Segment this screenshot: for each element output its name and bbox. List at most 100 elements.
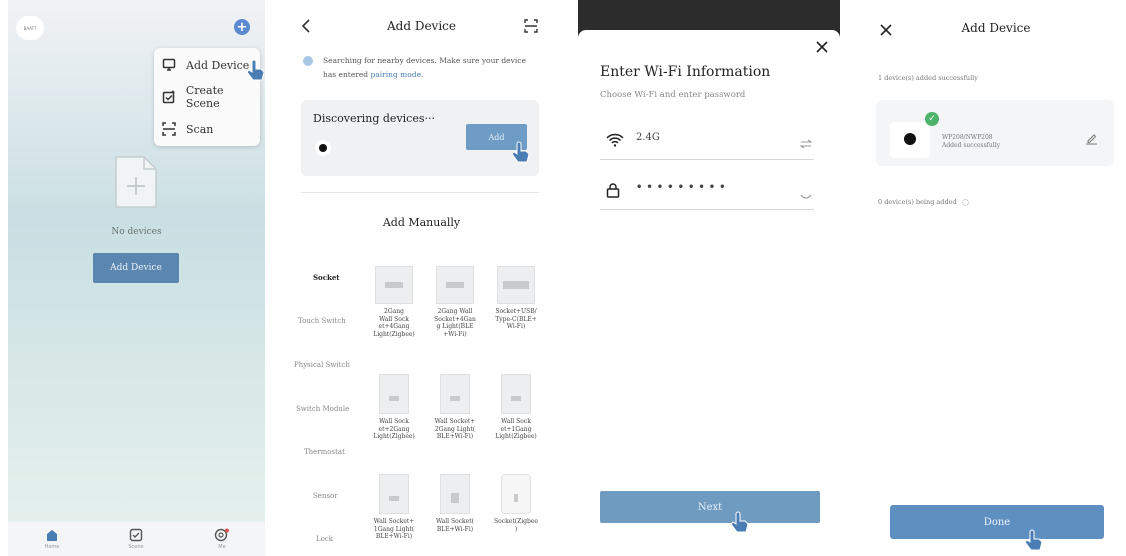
show-password-icon[interactable]	[800, 186, 812, 205]
product-card[interactable]: 2Gang Wall Sock et+4Gang Light(Zigbee)	[368, 266, 420, 338]
product-image	[501, 374, 531, 414]
product-image	[436, 266, 474, 304]
product-name: Wall Socket+ 2Gang Light( BLE+Wi-Fi)	[434, 418, 476, 440]
edit-pencil-icon[interactable]	[1084, 130, 1098, 149]
done-button[interactable]: Done	[890, 505, 1104, 539]
being-added-row: 0 device(s) being added	[878, 198, 969, 206]
wifi-title: Enter Wi-Fi Information	[600, 64, 771, 80]
product-card[interactable]: Socket+USB/ Type-C(BLE+ Wi-Fi)	[490, 266, 542, 331]
home-icon	[22, 528, 82, 542]
product-card[interactable]: Wall Socket( BLE+Wi-Fi)	[429, 474, 481, 533]
add-result-screen: Add Device 1 device(s) added successfull…	[866, 0, 1126, 556]
empty-state-text: No devices	[111, 227, 162, 237]
product-card[interactable]: 2Gang Wall Socket+4Gan g Light(BLE +Wi-F…	[429, 266, 481, 338]
add-manually-title: Add Manually	[382, 216, 461, 229]
scan-icon[interactable]	[524, 18, 538, 37]
product-image	[379, 474, 409, 514]
tab-scene[interactable]: Scene	[106, 528, 166, 550]
product-name: Wall Socket+ 1Gang Light( BLE+Wi-Fi)	[373, 518, 415, 540]
product-image	[501, 474, 531, 514]
loading-spinner-icon	[303, 56, 313, 66]
tap-hand-icon	[246, 59, 265, 81]
discovered-device-icon	[315, 140, 331, 156]
search-message: Searching for nearby devices. Make sure …	[323, 54, 548, 82]
tap-hand-icon	[730, 511, 749, 533]
device-info: WP208/NWP208 Added successfully	[942, 134, 1000, 150]
tab-label: Me	[218, 544, 226, 550]
category-lock[interactable]: Lock	[316, 535, 333, 543]
category-physical-switch[interactable]: Physical Switch	[294, 361, 350, 369]
search-text: Searching for nearby devices. Make sure …	[323, 56, 526, 65]
divider	[301, 192, 539, 193]
being-added-text: 0 device(s) being added	[878, 198, 957, 206]
wifi-sheet: Enter Wi-Fi Information Choose Wi-Fi and…	[578, 30, 840, 556]
add-device-button[interactable]: Add Device	[93, 253, 179, 283]
home-screen: BAATT + Add Device Create Scene Scan No …	[8, 0, 265, 556]
product-card[interactable]: Wall Sock et+2Gang Light(Zigbee)	[368, 374, 420, 441]
product-card[interactable]: Wall Socket+ 2Gang Light( BLE+Wi-Fi)	[429, 374, 481, 441]
brand-logo-text: BAATT	[23, 25, 37, 31]
menu-item-scan[interactable]: Scan	[162, 118, 213, 140]
close-icon[interactable]	[816, 38, 828, 57]
category-switch-module[interactable]: Switch Module	[296, 405, 349, 413]
tab-label: Home	[44, 544, 60, 550]
pairing-mode-link[interactable]: pairing mode	[370, 70, 421, 79]
wifi-name-field[interactable]: 2.4G	[600, 120, 814, 160]
menu-item-label: Scan	[186, 122, 214, 136]
product-image	[497, 266, 535, 304]
tab-home[interactable]: Home	[22, 528, 82, 550]
product-name: Socket(Zigbee )	[494, 518, 538, 533]
device-thumbnail	[890, 122, 930, 158]
switch-network-icon[interactable]	[799, 134, 813, 153]
product-card[interactable]: Wall Socket+ 1Gang Light( BLE+Wi-Fi)	[368, 474, 420, 541]
menu-item-create-scene[interactable]: Create Scene	[162, 84, 260, 110]
bottom-tab-bar: Home Scene Me	[8, 522, 265, 556]
wifi-icon	[606, 132, 624, 151]
tap-hand-icon	[511, 141, 530, 163]
device-status: Added successfully	[942, 142, 1000, 149]
product-name: 2Gang Wall Sock et+4Gang Light(Zigbee)	[373, 308, 415, 338]
password-value: •••••••••	[636, 182, 730, 193]
search-text-end: .	[421, 70, 424, 79]
menu-item-add-device[interactable]: Add Device	[162, 54, 249, 76]
lock-icon	[606, 182, 620, 202]
product-card[interactable]: Wall Sock et+1Gang Light(Zigbee)	[490, 374, 542, 441]
tap-hand-icon	[1024, 529, 1043, 551]
category-sensor[interactable]: Sensor	[313, 492, 338, 500]
wifi-subtitle: Choose Wi-Fi and enter password	[600, 90, 746, 100]
add-device-search-screen: Add Device Searching for nearby devices.…	[289, 0, 554, 556]
empty-document-icon	[112, 155, 160, 215]
success-check-icon: ✓	[925, 112, 939, 126]
discovering-label: Discovering devices···	[313, 112, 435, 125]
added-count-text: 1 device(s) added successfully	[878, 74, 978, 82]
add-plus-button[interactable]: +	[234, 19, 250, 35]
tab-me[interactable]: Me	[192, 528, 252, 550]
wifi-name-value: 2.4G	[636, 132, 660, 143]
device-name: WP208/NWP208	[942, 134, 993, 141]
tab-label: Scene	[128, 544, 144, 550]
added-device-card[interactable]: ✓ WP208/NWP208 Added successfully	[876, 100, 1114, 166]
page-title: Add Device	[386, 19, 456, 33]
brand-logo: BAATT	[16, 16, 44, 40]
product-image	[440, 374, 470, 414]
search-text-2: has entered	[323, 70, 369, 79]
wifi-screen: Enter Wi-Fi Information Choose Wi-Fi and…	[578, 0, 840, 556]
create-scene-icon	[162, 90, 178, 104]
next-button[interactable]: Next	[600, 491, 820, 523]
product-name: Wall Socket( BLE+Wi-Fi)	[436, 518, 474, 533]
scene-icon	[106, 528, 166, 542]
discovering-card: Discovering devices··· Add	[301, 100, 539, 176]
product-card[interactable]: Socket(Zigbee )	[490, 474, 542, 533]
menu-item-label: Create Scene	[185, 84, 224, 110]
loading-spinner-icon	[961, 198, 969, 206]
product-image	[375, 266, 413, 304]
product-image	[440, 474, 470, 514]
category-thermostat[interactable]: Thermostat	[304, 448, 345, 456]
category-touch-switch[interactable]: Touch Switch	[298, 317, 346, 325]
category-socket[interactable]: Socket	[313, 273, 340, 282]
password-field[interactable]: •••••••••	[600, 170, 814, 210]
scan-icon	[162, 122, 178, 136]
menu-item-label: Add Device	[186, 58, 250, 72]
product-name: Wall Sock et+2Gang Light(Zigbee)	[373, 418, 415, 440]
page-title: Add Device	[961, 21, 1031, 35]
